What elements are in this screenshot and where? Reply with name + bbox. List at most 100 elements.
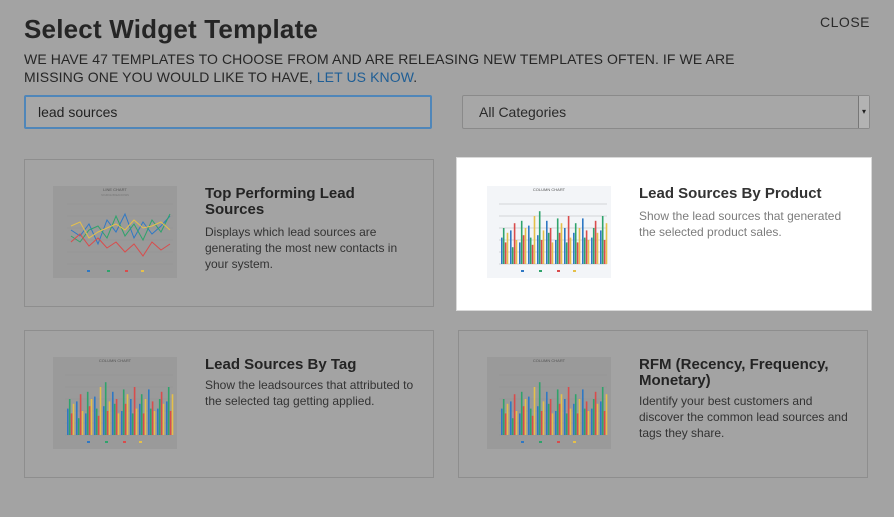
card-title: Lead Sources By Tag	[205, 356, 357, 373]
thumbnail-bar	[603, 411, 606, 435]
thumbnail-bar	[567, 216, 570, 264]
thumbnail-bar	[538, 382, 541, 435]
thumbnail-bar	[115, 399, 118, 435]
thumbnail-bar	[504, 242, 507, 264]
thumbnail-bar	[549, 399, 552, 435]
thumbnail-bar	[555, 411, 557, 435]
thumbnail-bar	[556, 218, 559, 264]
thumbnail-bar	[67, 408, 69, 435]
thumbnail-bar	[515, 240, 518, 264]
thumbnail-bar	[578, 399, 581, 435]
category-select[interactable]: All Categories ▾	[462, 95, 870, 129]
page-title: Select Widget Template	[24, 14, 319, 44]
thumbnail-bar	[583, 408, 586, 435]
thumbnail-bar	[94, 396, 96, 435]
thumbnail-bar	[591, 408, 593, 435]
thumbnail-bar	[76, 401, 78, 435]
thumbnail-bar	[538, 211, 541, 264]
close-button[interactable]: CLOSE	[820, 14, 870, 30]
thumbnail-bar	[515, 411, 518, 435]
template-card-lead-sources-by-product[interactable]: COLUMN CHART Lead Sources By Product Sho…	[457, 158, 871, 310]
column-chart-thumbnail: COLUMN CHART	[53, 357, 177, 449]
template-card-rfm[interactable]: COLUMN CHART RFM (Recency, Frequency, Mo…	[458, 330, 868, 478]
thumbnail-legend-swatch	[557, 441, 560, 443]
thumbnail-legend-swatch	[557, 270, 560, 272]
thumbnail-bar	[576, 242, 579, 264]
thumbnail-bar	[560, 394, 563, 435]
thumbnail-bar	[502, 228, 505, 264]
thumbnail-bar	[166, 401, 168, 435]
thumbnail-bar	[565, 242, 568, 264]
thumbnail-bar	[569, 408, 572, 435]
svg-text:COLUMN CHART: COLUMN CHART	[533, 358, 566, 363]
thumbnail-legend-swatch	[521, 441, 524, 443]
thumbnail-bar	[537, 235, 539, 264]
thumbnail-bar	[133, 387, 136, 435]
subtitle: WE HAVE 47 TEMPLATES TO CHOOSE FROM AND …	[24, 50, 794, 86]
thumbnail-bar	[149, 408, 152, 435]
thumbnail-bar	[90, 399, 93, 435]
thumbnail-bar	[511, 418, 514, 435]
thumbnail-bar	[106, 411, 109, 435]
thumbnail-bar	[171, 394, 174, 435]
thumbnail-bar	[551, 242, 554, 264]
thumbnail-bar	[153, 411, 156, 435]
thumbnail-bar	[528, 225, 530, 264]
thumbnail-bar	[547, 232, 550, 264]
thumbnail-bar	[582, 218, 584, 264]
template-card-lead-sources-by-tag[interactable]: COLUMN CHART Lead Sources By Tag Show th…	[24, 330, 434, 478]
thumbnail-bar	[547, 403, 550, 435]
thumbnail-bar	[501, 408, 503, 435]
thumbnail-bar	[528, 396, 530, 435]
svg-text:COLUMN CHART: COLUMN CHART	[99, 358, 132, 363]
thumbnail-bar	[104, 382, 107, 435]
thumbnail-bar	[148, 389, 150, 435]
thumbnail-bar	[573, 403, 575, 435]
thumbnail-legend-swatch	[87, 441, 90, 443]
card-title: Lead Sources By Product	[639, 185, 822, 202]
thumbnail-bar	[167, 387, 170, 435]
thumbnail-bar	[592, 228, 595, 264]
thumbnail-bar	[560, 223, 563, 264]
search-input[interactable]	[24, 95, 432, 129]
thumbnail-bar	[578, 228, 581, 264]
thumbnail-bar	[88, 406, 91, 435]
thumbnail-bar	[510, 230, 512, 264]
thumbnail-bar	[520, 391, 523, 435]
thumbnail-bar	[135, 408, 138, 435]
thumbnail-bar	[537, 406, 539, 435]
thumbnail-bar	[158, 399, 161, 435]
thumbnail-bar	[549, 228, 552, 264]
thumbnail-bar	[555, 240, 557, 264]
thumbnail-bar	[122, 389, 125, 435]
category-select-value: All Categories	[479, 104, 567, 120]
thumbnail-bar	[564, 399, 566, 435]
thumbnail-bar	[121, 411, 123, 435]
thumbnail-bar	[605, 223, 608, 264]
thumbnail-bar	[524, 399, 527, 435]
thumbnail-bar	[533, 216, 536, 264]
thumbnail-bar	[569, 237, 572, 264]
thumbnail-bar	[585, 401, 588, 435]
thumbnail-bar	[510, 401, 512, 435]
thumbnail-bar	[85, 413, 87, 435]
thumbnail-bar	[558, 403, 561, 435]
thumbnail-bar	[502, 399, 505, 435]
thumbnail-bar	[113, 403, 116, 435]
thumbnail-bar	[72, 403, 75, 435]
subtitle-end: .	[413, 69, 418, 85]
thumbnail-bar	[556, 389, 559, 435]
card-title: Top Performing Lead Sources	[205, 185, 355, 218]
card-description: Displays which lead sources are generati…	[205, 225, 398, 271]
template-card-top-performing-lead-sources[interactable]: LINE CHART SOURCE BREAKDOWN Top Performi…	[24, 159, 434, 307]
thumbnail-bar	[140, 394, 143, 435]
card-description: Show the lead sources that generated the…	[639, 209, 842, 239]
thumbnail-bar	[542, 230, 545, 264]
thumbnail-legend-swatch	[573, 270, 576, 272]
thumbnail-bar	[574, 394, 577, 435]
card-description: Identify your best customers and discove…	[639, 394, 848, 440]
let-us-know-link[interactable]: LET US KNOW	[317, 69, 414, 85]
thumbnail-bar	[108, 401, 111, 435]
thumbnail-bar	[157, 408, 159, 435]
thumbnail-legend-swatch	[573, 441, 576, 443]
